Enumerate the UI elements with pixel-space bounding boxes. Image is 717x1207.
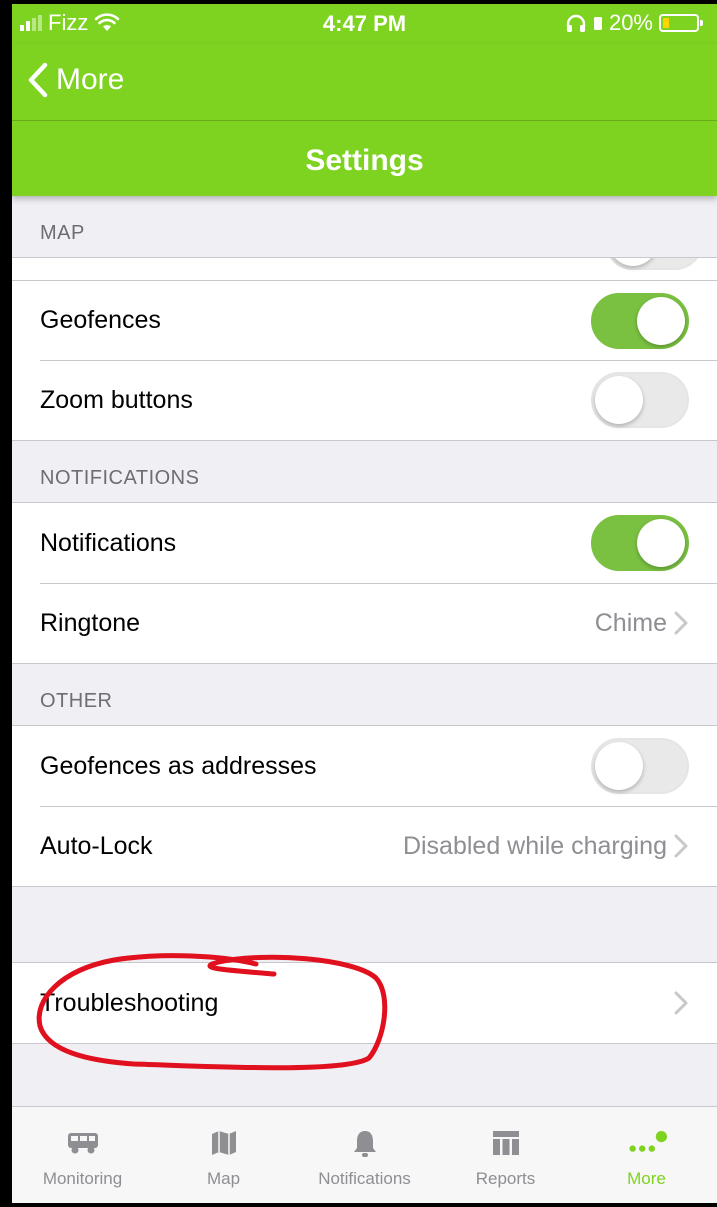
row-label: Zoom buttons [40, 385, 193, 414]
partial-toggle[interactable] [605, 258, 703, 270]
tab-monitoring[interactable]: Monitoring [12, 1107, 153, 1203]
navigation-bar: More Settings [12, 44, 717, 196]
auto-lock-value: Disabled while charging [402, 831, 667, 860]
group-map: Geofences Zoom buttons [12, 258, 717, 441]
chevron-left-icon [28, 62, 48, 98]
tab-reports[interactable]: Reports [435, 1107, 576, 1203]
nav-divider [12, 120, 717, 121]
tab-label: More [627, 1169, 666, 1188]
battery-icon [659, 14, 703, 32]
bottom-spacer [12, 1044, 717, 1086]
geofences-as-addresses-toggle[interactable] [591, 738, 689, 794]
section-spacer [12, 887, 717, 963]
status-bar: Fizz 4:47 PM 20% [12, 4, 717, 44]
map-icon [211, 1131, 236, 1155]
notifications-toggle[interactable] [591, 515, 689, 571]
page-title: Settings [305, 144, 424, 177]
row-label: Auto-Lock [40, 831, 153, 860]
group-notifications: Notifications Ringtone Chime [12, 503, 717, 664]
tab-label: Notifications [318, 1169, 411, 1188]
tab-map[interactable]: Map [153, 1107, 294, 1203]
tab-more[interactable]: More [576, 1107, 717, 1203]
row-zoom-buttons: Zoom buttons [12, 360, 717, 440]
battery-level [663, 18, 669, 28]
tab-bar: Monitoring Map Notifications Reports Mor… [12, 1106, 717, 1203]
group-troubleshooting: Troubleshooting [12, 963, 717, 1044]
headphones-icon [566, 14, 586, 32]
tab-label: Map [206, 1169, 241, 1188]
app-screen: Fizz 4:47 PM 20% More Settings MAP Geofe… [12, 4, 717, 1203]
chevron-right-icon [674, 991, 688, 1015]
row-label: Geofences as addresses [40, 751, 317, 780]
partially-hidden-row [12, 258, 717, 280]
row-geofences: Geofences [12, 280, 717, 360]
battery-percent: 20% [608, 10, 653, 35]
row-label: Ringtone [40, 608, 141, 637]
ringtone-value: Chime [594, 608, 667, 637]
row-geofences-as-addresses: Geofences as addresses [12, 726, 717, 806]
section-header-map: MAP [12, 196, 717, 258]
status-right: 20% [565, 10, 703, 36]
tab-label: Reports [475, 1169, 536, 1188]
tab-notifications[interactable]: Notifications [294, 1107, 435, 1203]
chevron-right-icon [674, 834, 688, 858]
row-auto-lock[interactable]: Auto-Lock Disabled while charging [12, 806, 717, 886]
orientation-lock-icon [593, 17, 602, 30]
bell-icon [353, 1131, 376, 1157]
zoom-buttons-toggle[interactable] [591, 372, 689, 428]
device-frame: Fizz 4:47 PM 20% More Settings MAP Geofe… [0, 0, 717, 1207]
group-other: Geofences as addresses Auto-Lock Disable… [12, 726, 717, 887]
row-troubleshooting[interactable]: Troubleshooting [12, 963, 717, 1043]
row-label: Troubleshooting [40, 988, 219, 1017]
back-button[interactable]: More [26, 62, 124, 98]
section-header-notifications: NOTIFICATIONS [12, 441, 717, 503]
back-button-label: More [56, 63, 125, 96]
section-header-other: OTHER [12, 664, 717, 726]
row-ringtone[interactable]: Ringtone Chime [12, 583, 717, 663]
table-icon [492, 1131, 519, 1155]
row-label: Notifications [40, 528, 177, 557]
row-notifications: Notifications [12, 503, 717, 583]
row-label: Geofences [40, 306, 161, 334]
tab-label: Monitoring [42, 1169, 123, 1188]
geofences-toggle[interactable] [591, 292, 689, 349]
more-dots-icon [628, 1131, 667, 1152]
van-icon [67, 1133, 98, 1154]
settings-list[interactable]: MAP Geofences Zoom buttons NOTIFICATIONS… [12, 196, 717, 1086]
chevron-right-icon [674, 611, 688, 635]
